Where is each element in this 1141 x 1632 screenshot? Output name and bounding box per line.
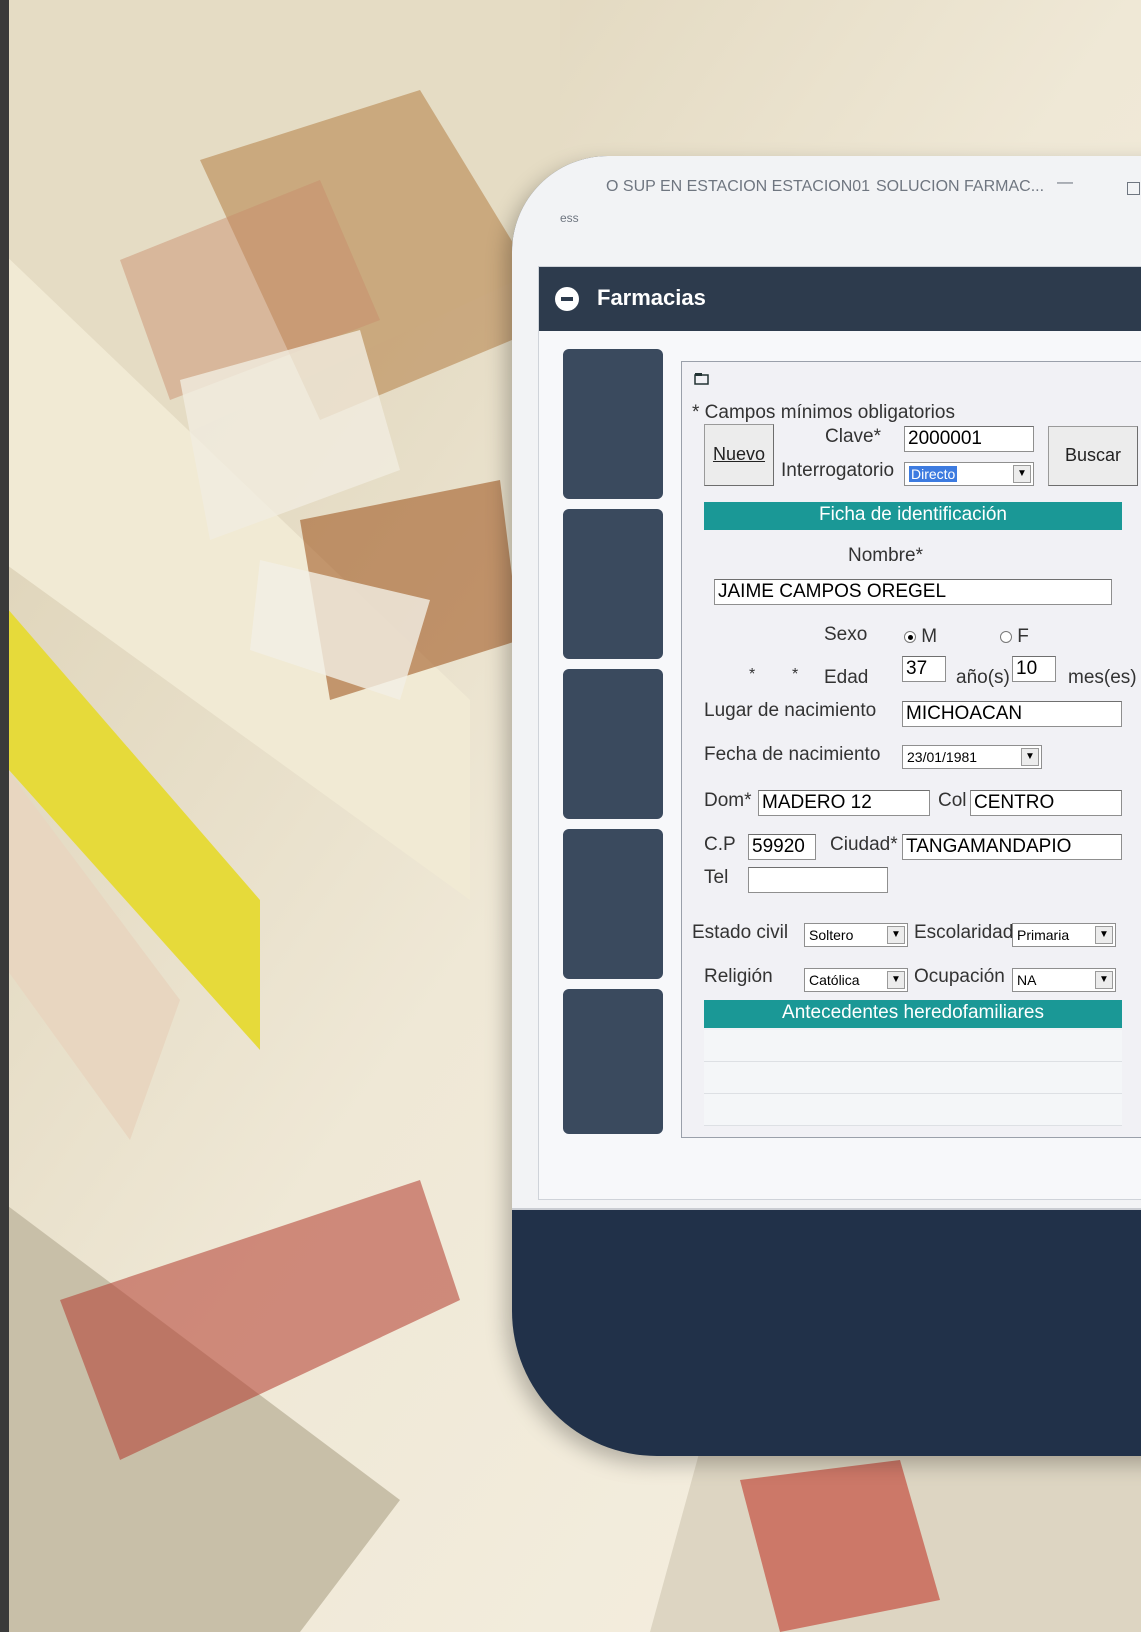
ocupacion-select[interactable]: NA ▼ [1012,968,1116,992]
sexo-m-option[interactable]: M [904,626,937,648]
side-tile[interactable] [563,509,663,659]
antecedentes-grid [704,1030,1122,1126]
edad-months-input[interactable]: 10 [1012,656,1056,682]
escolaridad-value: Primaria [1017,927,1070,943]
tel-input[interactable] [748,867,888,893]
ciudad-label: Ciudad* [830,834,898,855]
panel-title: Farmacias [597,285,706,310]
col-label: Col [938,790,967,811]
edad-star: * [792,666,799,683]
side-tile[interactable] [563,669,663,819]
interrogatorio-label: Interrogatorio [781,460,895,481]
menu-fragment[interactable]: ess [560,211,579,225]
escolaridad-label: Escolaridad [914,922,1014,943]
chevron-down-icon[interactable]: ▼ [1021,748,1039,766]
farmacias-panel: Farmacias * Campos mínimos obligatorios … [538,266,1141,1200]
ciudad-input[interactable]: TANGAMANDAPIO [902,834,1122,860]
interrogatorio-value: Directo [909,466,958,482]
clave-label: Clave* [825,426,881,447]
search-button-label: Buscar [1064,445,1122,465]
app-window: O SUP EN ESTACION ESTACION01 SOLUCION FA… [512,156,1141,1210]
tel-label: Tel [704,867,729,888]
col-input[interactable]: CENTRO [970,790,1122,816]
side-tile[interactable] [563,989,663,1134]
maximize-button[interactable] [1127,182,1140,195]
chevron-down-icon[interactable]: ▼ [1095,971,1113,989]
grid-row[interactable] [704,1094,1122,1126]
radio-m[interactable] [904,630,916,643]
panel-body: * Campos mínimos obligatorios Nuevo Clav… [539,331,1141,1199]
left-edge-strip [0,0,9,1632]
lugar-input[interactable]: MICHOACAN [902,701,1122,727]
estado-civil-value: Soltero [809,927,854,943]
section-antecedentes: Antecedentes heredofamiliares [704,1000,1122,1028]
chevron-down-icon[interactable]: ▼ [887,926,905,944]
app-card: O SUP EN ESTACION ESTACION01 SOLUCION FA… [512,156,1141,1456]
escolaridad-select[interactable]: Primaria ▼ [1012,923,1116,947]
sexo-m-label: M [921,626,938,647]
fecha-picker[interactable]: 23/01/1981 ▼ [902,745,1042,769]
window-title: O SUP EN ESTACION ESTACION01 [606,178,871,195]
lugar-label: Lugar de nacimiento [704,700,877,721]
clave-input[interactable]: 2000001 [904,426,1034,452]
window-app-name: SOLUCION FARMAC... [876,178,1045,195]
ocupacion-value: NA [1017,972,1037,988]
interrogatorio-select[interactable]: Directo ▼ [904,462,1034,486]
edad-label: Edad [824,667,869,688]
patient-form-dialog: * Campos mínimos obligatorios Nuevo Clav… [681,361,1141,1138]
religion-select[interactable]: Católica ▼ [804,968,908,992]
section-identificacion: Ficha de identificación [704,502,1122,530]
minus-circle-icon[interactable] [555,287,579,311]
sexo-label: Sexo [824,624,868,645]
dom-label: Dom* [704,790,752,811]
religion-value: Católica [809,972,860,988]
minimize-button[interactable]: — [1057,174,1073,192]
side-tile[interactable] [563,829,663,979]
new-button[interactable]: Nuevo [704,424,774,486]
sexo-f-option[interactable]: F [1000,626,1029,648]
nombre-input[interactable]: JAIME CAMPOS OREGEL [714,579,1112,605]
estado-civil-select[interactable]: Soltero ▼ [804,923,908,947]
required-note: * Campos mínimos obligatorios [692,402,955,423]
cp-input[interactable]: 59920 [748,834,816,860]
panel-header: Farmacias [539,267,1141,331]
form-icon [694,373,709,385]
search-button[interactable]: Buscar [1048,426,1138,486]
side-tile[interactable] [563,349,663,499]
window-titlebar: O SUP EN ESTACION ESTACION01 SOLUCION FA… [512,170,1141,204]
grid-row[interactable] [704,1030,1122,1062]
edad-years-unit: año(s) [956,667,1010,688]
estado-civil-label: Estado civil [692,922,789,943]
grid-row[interactable] [704,1062,1122,1094]
nombre-label: Nombre* [848,545,923,566]
religion-label: Religión [704,966,773,987]
dom-input[interactable]: MADERO 12 [758,790,930,816]
ocupacion-label: Ocupación [914,966,1005,987]
sexo-f-label: F [1017,626,1029,647]
radio-f[interactable] [1000,630,1012,643]
fecha-label: Fecha de nacimiento [704,744,881,765]
edad-star: * [749,666,756,683]
cp-label: C.P [704,834,736,855]
edad-years-input[interactable]: 37 [902,656,946,682]
chevron-down-icon[interactable]: ▼ [1013,465,1031,483]
chevron-down-icon[interactable]: ▼ [887,971,905,989]
new-button-label: Nuevo [712,444,766,464]
edad-months-unit: mes(es) [1068,667,1137,688]
fecha-value: 23/01/1981 [907,749,978,765]
chevron-down-icon[interactable]: ▼ [1095,926,1113,944]
